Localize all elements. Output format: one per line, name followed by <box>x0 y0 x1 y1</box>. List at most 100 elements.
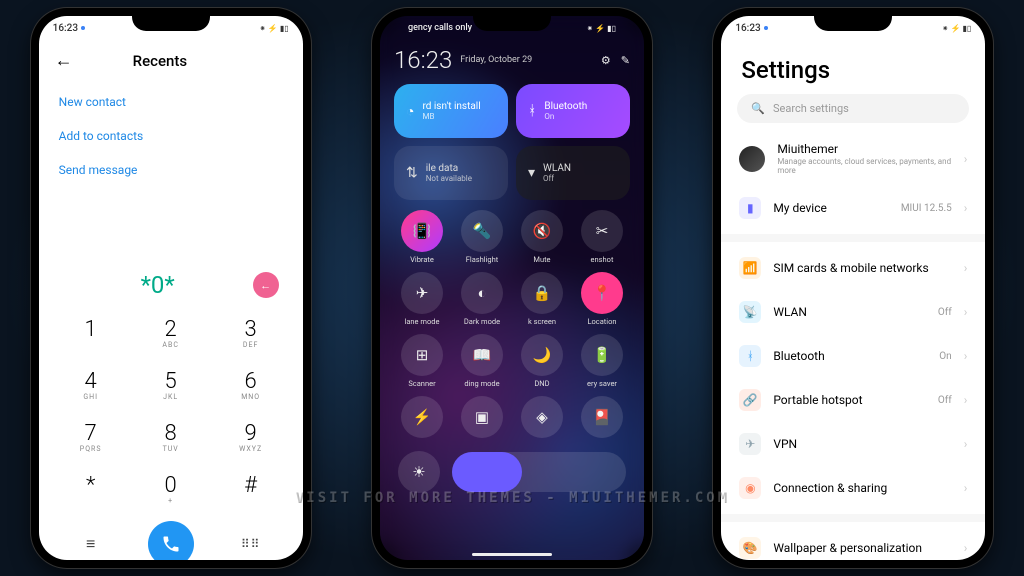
toggle-Dark mode[interactable]: ◐Dark mode <box>454 272 510 326</box>
key-7[interactable]: 7PQRS <box>51 411 131 463</box>
toggle-Vibrate[interactable]: 📳Vibrate <box>394 210 450 264</box>
settings-item-connection-sharing[interactable]: ◉Connection & sharing› <box>721 466 985 510</box>
settings-item-wlan[interactable]: 📡WLANOff› <box>721 290 985 334</box>
avatar-icon <box>739 146 765 172</box>
device-icon: ▮ <box>739 197 761 219</box>
account-item[interactable]: Miuithemer Manage accounts, cloud servic… <box>721 131 985 186</box>
toggle-12[interactable]: ⚡ <box>394 396 450 441</box>
dialer-action-1[interactable]: Add to contacts <box>59 119 283 153</box>
sim-icon: ◔ <box>406 103 414 120</box>
toggle-lane mode[interactable]: ✈lane mode <box>394 272 450 326</box>
tile-label: ile data <box>426 163 472 174</box>
tile-sub: Not available <box>426 174 472 183</box>
chevron-right-icon: › <box>964 393 968 407</box>
bluetooth-tile[interactable]: ᚼ Bluetooth On <box>516 84 630 138</box>
settings-icon[interactable]: ⚙ <box>601 54 611 67</box>
key-2[interactable]: 2ABC <box>131 307 211 359</box>
settings-item-sim-cards-mobile-networks[interactable]: 📶SIM cards & mobile networks› <box>721 246 985 290</box>
tile-sub: Off <box>543 174 571 183</box>
toggle-ery saver[interactable]: 🔋ery saver <box>574 334 630 388</box>
key-5[interactable]: 5JKL <box>131 359 211 411</box>
chevron-right-icon: › <box>964 349 968 363</box>
account-sub: Manage accounts, cloud services, payment… <box>777 157 951 175</box>
tile-label: rd isn't install <box>422 101 480 112</box>
toggle-k screen[interactable]: 🔒k screen <box>514 272 570 326</box>
backspace-button[interactable]: ← <box>253 272 279 298</box>
mobile-data-tile[interactable]: ⇅ ile data Not available <box>394 146 508 200</box>
chevron-right-icon: › <box>964 437 968 451</box>
item-icon: ✈ <box>739 433 761 455</box>
status-time: 16:23 <box>735 23 760 34</box>
item-label: Wallpaper & personalization <box>773 541 951 555</box>
toggle-14[interactable]: ◈ <box>514 396 570 441</box>
brightness-slider[interactable] <box>452 452 626 492</box>
settings-item-vpn[interactable]: ✈VPN› <box>721 422 985 466</box>
tile-label: Bluetooth <box>544 101 587 112</box>
toggle-15[interactable]: 🎴 <box>574 396 630 441</box>
toggle-Location[interactable]: 📍Location <box>574 272 630 326</box>
dialer-action-2[interactable]: Send message <box>59 153 283 187</box>
status-icons: ⁕ ⚡ ▮▯ <box>259 24 288 33</box>
settings-item-bluetooth[interactable]: ᚼBluetoothOn› <box>721 334 985 378</box>
auto-brightness-toggle[interactable]: ☀ <box>398 451 440 493</box>
back-button[interactable]: ← <box>55 50 73 71</box>
key-3[interactable]: 3DEF <box>211 307 291 359</box>
menu-button[interactable]: ≡ <box>51 534 131 554</box>
key-0[interactable]: 0+ <box>131 463 211 515</box>
key-1[interactable]: 1 <box>51 307 131 359</box>
tile-sub: MB <box>422 112 480 121</box>
key-6[interactable]: 6MNO <box>211 359 291 411</box>
page-title: Settings <box>721 40 985 94</box>
chevron-right-icon: › <box>964 152 968 166</box>
toggle-Mute[interactable]: 🔇Mute <box>514 210 570 264</box>
item-label: Bluetooth <box>773 349 927 363</box>
dialer-action-0[interactable]: New contact <box>59 85 283 119</box>
search-input[interactable]: 🔍 Search settings <box>737 94 969 123</box>
chevron-right-icon: › <box>964 541 968 555</box>
carrier-label: gency calls only <box>408 23 472 33</box>
tile-label: WLAN <box>543 163 571 174</box>
key-8[interactable]: 8TUV <box>131 411 211 463</box>
settings-item-portable-hotspot[interactable]: 🔗Portable hotspotOff› <box>721 378 985 422</box>
status-icons: ⁕ ⚡ ▮▯ <box>587 24 616 33</box>
dialpad-toggle-button[interactable]: ⠿⠿ <box>211 537 291 551</box>
notification-dot-icon <box>81 26 85 30</box>
item-label: WLAN <box>773 305 926 319</box>
item-label: SIM cards & mobile networks <box>773 261 951 275</box>
key-9[interactable]: 9WXYZ <box>211 411 291 463</box>
item-label: Portable hotspot <box>773 393 926 407</box>
key-*[interactable]: * <box>51 463 131 515</box>
settings-item-wallpaper-personalization[interactable]: 🎨 Wallpaper & personalization › <box>721 526 985 560</box>
item-value: Off <box>938 395 952 406</box>
call-button[interactable] <box>148 521 194 560</box>
wifi-icon: ▾ <box>528 165 535 181</box>
toggle-Scanner[interactable]: ⊞Scanner <box>394 334 450 388</box>
item-label: Connection & sharing <box>773 481 951 495</box>
search-placeholder: Search settings <box>773 102 849 115</box>
key-4[interactable]: 4GHI <box>51 359 131 411</box>
brightness-fill <box>452 452 522 492</box>
home-bar[interactable] <box>472 553 552 556</box>
chevron-right-icon: › <box>964 481 968 495</box>
edit-icon[interactable]: ✎ <box>621 54 630 67</box>
toggle-Flashlight[interactable]: 🔦Flashlight <box>454 210 510 264</box>
dial-input[interactable]: *0* <box>63 271 253 299</box>
item-icon: 🎨 <box>739 537 761 559</box>
toggle-enshot[interactable]: ✂enshot <box>574 210 630 264</box>
toggle-DND[interactable]: 🌙DND <box>514 334 570 388</box>
item-value: MIUI 12.5.5 <box>901 203 952 214</box>
sim-tile[interactable]: ◔ rd isn't install MB <box>394 84 508 138</box>
phone-dialer: 16:23 ⁕ ⚡ ▮▯ ← Recents New contactAdd to… <box>31 8 311 568</box>
notch <box>814 16 892 31</box>
toggle-ding mode[interactable]: 📖ding mode <box>454 334 510 388</box>
notch <box>132 16 210 31</box>
notch <box>473 16 551 31</box>
wlan-tile[interactable]: ▾ WLAN Off <box>516 146 630 200</box>
item-value: Off <box>938 307 952 318</box>
divider <box>721 514 985 522</box>
item-value: On <box>939 351 951 362</box>
phone-icon <box>161 534 181 554</box>
key-#[interactable]: # <box>211 463 291 515</box>
toggle-13[interactable]: ▣ <box>454 396 510 441</box>
my-device-item[interactable]: ▮ My device MIUI 12.5.5 › <box>721 186 985 230</box>
